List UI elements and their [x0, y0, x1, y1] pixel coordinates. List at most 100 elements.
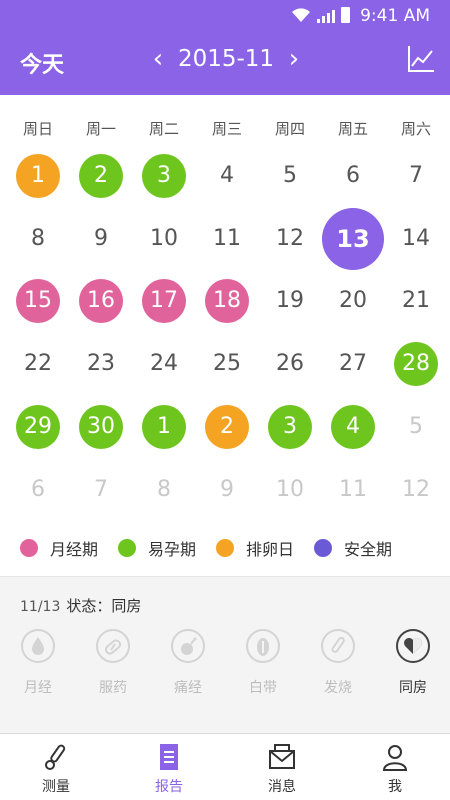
symptom-button[interactable]: 服药 [83, 629, 143, 697]
tab-measure[interactable]: 测量 [16, 742, 96, 796]
calendar-day[interactable]: 24 [142, 342, 186, 386]
calendar-day[interactable]: 6 [16, 468, 60, 512]
tab-label: 测量 [42, 779, 70, 795]
tab-bar: 测量 报告 消息 我 [0, 733, 450, 800]
calendar-day[interactable]: 4 [205, 154, 249, 198]
tab-label: 报告 [155, 779, 183, 795]
calendar-day[interactable]: 26 [268, 342, 312, 386]
today-button[interactable]: 今天 [20, 47, 64, 79]
weekday-label: 周五 [337, 120, 368, 138]
status-title: 状态：同房 [66, 597, 142, 615]
symptom-label: 月经 [24, 680, 52, 696]
thermometer-icon [321, 629, 355, 663]
calendar-day[interactable]: 28 [394, 342, 438, 386]
signal-icon [317, 10, 335, 23]
legend-item: 易孕期 [118, 536, 196, 560]
heart-icon [396, 629, 430, 663]
calendar-day-today[interactable]: 13 [322, 208, 384, 270]
calendar-day[interactable]: 5 [394, 405, 438, 449]
calendar-day[interactable]: 12 [268, 217, 312, 261]
symptom-button[interactable]: 同房 [383, 629, 443, 697]
wifi-icon [292, 8, 310, 22]
tab-message[interactable]: 消息 [242, 742, 322, 796]
legend-label: 排卵日 [246, 540, 295, 559]
calendar-day[interactable]: 18 [205, 279, 249, 323]
legend-dot [118, 539, 137, 557]
drop-icon [21, 629, 55, 663]
calendar-day[interactable]: 10 [142, 217, 186, 261]
calendar-day[interactable]: 1 [16, 154, 60, 198]
month-title: 2015-11 [177, 46, 275, 72]
legend-dot [20, 539, 38, 557]
symptom-label: 痛经 [174, 680, 202, 696]
calendar-day[interactable]: 19 [268, 279, 312, 323]
calendar-day[interactable]: 2 [205, 405, 249, 449]
prev-month-button[interactable]: ‹ [143, 44, 173, 74]
status-time: 9:41 AM [360, 6, 430, 26]
symptom-button[interactable]: 发烧 [308, 629, 368, 697]
symptom-label: 发烧 [324, 680, 352, 696]
trend-chart-icon[interactable] [406, 44, 436, 74]
calendar-day[interactable]: 20 [331, 279, 375, 323]
calendar-day[interactable]: 16 [79, 279, 123, 323]
calendar-day[interactable]: 6 [331, 154, 375, 198]
app-header: 今天 ‹ 2015-11 › [0, 30, 450, 95]
tab-report[interactable]: 报告 [129, 742, 209, 796]
calendar-grid: 1 2 3 4 5 6 7 8 9 10 11 12 13 14 15 16 17 18 19 20 21 22 23 24 2… [0, 144, 450, 524]
legend-dot [216, 539, 235, 557]
calendar-day[interactable]: 9 [79, 217, 123, 261]
calendar-day[interactable]: 5 [268, 154, 312, 198]
legend-item: 安全期 [314, 536, 392, 560]
calendar-day[interactable]: 7 [394, 154, 438, 198]
weekday-label: 周六 [400, 120, 431, 138]
legend: 月经期 易孕期 排卵日 安全期 [20, 536, 440, 560]
tab-label: 我 [388, 779, 402, 795]
symptom-button[interactable]: 痛经 [158, 629, 218, 697]
weekday-label: 周三 [211, 120, 242, 138]
calendar-day[interactable]: 3 [268, 405, 312, 449]
calendar-day[interactable]: 21 [394, 279, 438, 323]
calendar-day[interactable]: 11 [205, 217, 249, 261]
calendar-day[interactable]: 1 [142, 405, 186, 449]
symptom-label: 白带 [249, 680, 277, 696]
tab-label: 消息 [268, 779, 296, 795]
calendar-day[interactable]: 29 [16, 405, 60, 449]
calendar-day[interactable]: 2 [79, 154, 123, 198]
calendar-day[interactable]: 10 [268, 468, 312, 512]
calendar-day[interactable]: 8 [142, 468, 186, 512]
weekday-label: 周日 [22, 120, 53, 138]
status-line: 11/13 状态：同房 [20, 595, 141, 616]
user-icon [380, 742, 410, 772]
tab-me[interactable]: 我 [355, 742, 435, 796]
bomb-icon [171, 629, 205, 663]
legend-item: 排卵日 [216, 536, 294, 560]
calendar-day[interactable]: 12 [394, 468, 438, 512]
status-date: 11/13 [20, 599, 61, 615]
next-month-button[interactable]: › [279, 44, 309, 74]
calendar-day[interactable]: 25 [205, 342, 249, 386]
calendar-day[interactable]: 17 [142, 279, 186, 323]
calendar-day[interactable]: 3 [142, 154, 186, 198]
calendar-day[interactable]: 30 [79, 405, 123, 449]
calendar-day[interactable]: 27 [331, 342, 375, 386]
report-icon [154, 742, 184, 772]
symptom-label: 同房 [399, 680, 427, 696]
weekday-label: 周一 [85, 120, 116, 138]
calendar-day[interactable]: 15 [16, 279, 60, 323]
calendar-day[interactable]: 4 [331, 405, 375, 449]
calendar-day[interactable]: 11 [331, 468, 375, 512]
calendar-day[interactable]: 9 [205, 468, 249, 512]
calendar-day[interactable]: 8 [16, 217, 60, 261]
symptom-button[interactable]: 白带 [233, 629, 293, 697]
calendar-day[interactable]: 14 [394, 217, 438, 261]
legend-dot [314, 539, 333, 557]
weekday-row: 周日 周一 周二 周三 周四 周五 周六 [0, 118, 450, 138]
calendar-day[interactable]: 22 [16, 342, 60, 386]
discharge-icon [246, 629, 280, 663]
symptom-button[interactable]: 月经 [8, 629, 68, 697]
calendar-day[interactable]: 7 [79, 468, 123, 512]
mail-icon [267, 742, 297, 772]
status-icons [291, 7, 350, 23]
calendar-day[interactable]: 23 [79, 342, 123, 386]
battery-icon [341, 7, 350, 23]
